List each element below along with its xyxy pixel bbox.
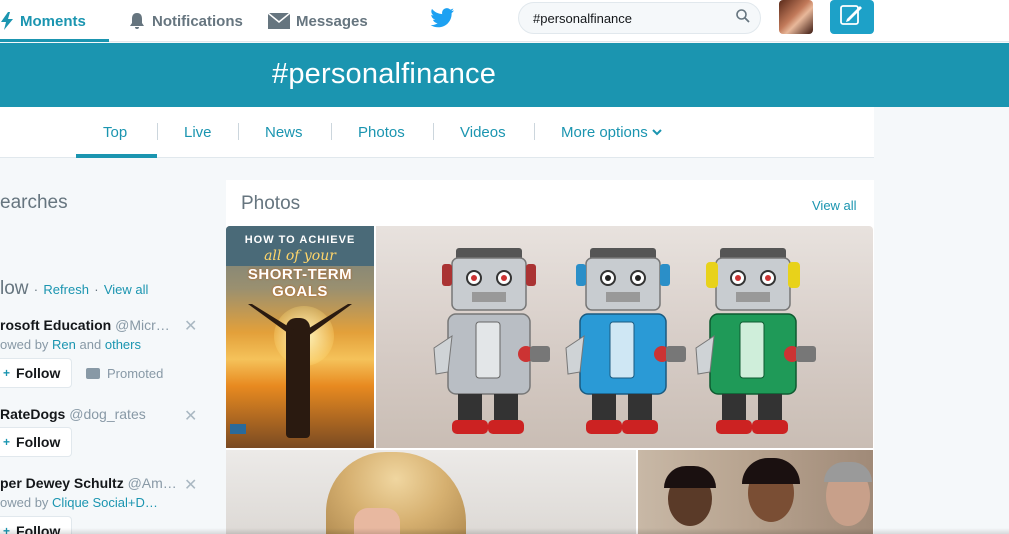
who-to-follow-header: low · Refresh · View all — [0, 278, 148, 300]
suggested-user-name[interactable]: rosoft Education — [0, 317, 111, 333]
tab-divider — [157, 123, 158, 140]
search-filter-tabs: Top Live News Photos Videos More options — [0, 107, 874, 158]
separator-dot: · — [94, 282, 99, 297]
dismiss-suggestion-close-icon[interactable]: ✕ — [184, 316, 197, 336]
toy-robots-illustration — [433, 248, 816, 434]
nav-active-indicator — [0, 39, 109, 42]
follow-button[interactable]: + Follow — [0, 358, 72, 388]
compose-quill-icon — [840, 4, 864, 31]
photo-thumbnail-goals[interactable]: HOW TO ACHIEVE all of your SHORT-TERM GO… — [226, 226, 374, 448]
bell-icon — [128, 12, 146, 30]
robot-silver — [433, 248, 550, 434]
raised-arms-silhouette — [248, 304, 352, 336]
person-hair — [824, 462, 872, 482]
nav-messages[interactable]: Messages — [268, 0, 368, 42]
followed-by-and: and — [79, 337, 102, 352]
suggested-user-name[interactable]: per Dewey Schultz — [0, 475, 124, 491]
suggested-user[interactable]: rosoft Education @Micr… — [0, 317, 170, 333]
promoted-label: Promoted — [107, 366, 164, 381]
photo-thumbnail-robots[interactable] — [376, 226, 873, 448]
search-input[interactable] — [533, 10, 736, 26]
search-icon[interactable] — [736, 8, 750, 28]
suggested-user-handle: @Am… — [127, 475, 177, 491]
search-box[interactable] — [518, 2, 761, 34]
nav-notifications-label: Notifications — [152, 12, 243, 30]
photo-thumbnail-stressed-woman[interactable] — [226, 450, 636, 534]
tab-photos[interactable]: Photos — [358, 107, 405, 157]
tab-top[interactable]: Top — [103, 107, 127, 157]
photo-thumbnail-group-meeting[interactable] — [638, 450, 873, 534]
hashtag-header-banner: #personalfinance — [0, 43, 1009, 107]
suggested-user-name[interactable]: RateDogs — [0, 406, 65, 422]
robot-blue — [565, 248, 686, 434]
graphic-text-line: HOW TO ACHIEVE — [244, 234, 356, 246]
suggested-user[interactable]: per Dewey Schultz @Am… — [0, 475, 177, 491]
tab-divider — [433, 123, 434, 140]
followed-by-text: owed by Clique Social+D… — [0, 495, 158, 510]
person-hair — [742, 458, 800, 484]
graphic-text-line: all of your — [264, 248, 336, 264]
follow-button[interactable]: + Follow — [0, 427, 72, 457]
followed-by-text: owed by Ren and others — [0, 337, 141, 352]
tab-live[interactable]: Live — [184, 107, 212, 157]
followed-by-prefix: owed by — [0, 337, 49, 352]
envelope-icon — [268, 13, 290, 29]
add-user-icon: + — [3, 366, 11, 380]
tab-divider — [331, 123, 332, 140]
suggested-user-handle: @dog_rates — [69, 406, 146, 422]
hashtag-title: #personalfinance — [272, 58, 497, 90]
follow-button-label: Follow — [16, 365, 61, 381]
follow-button-label: Follow — [16, 434, 61, 450]
who-to-follow-view-all-link[interactable]: View all — [104, 282, 149, 297]
compose-tweet-button[interactable] — [830, 0, 874, 34]
window-bottom-edge — [0, 528, 1009, 534]
photos-view-all-link[interactable]: View all — [812, 198, 857, 213]
graphic-text-line: SHORT-TERM GOALS — [247, 266, 353, 300]
brand-logo-icon — [230, 424, 246, 434]
photos-heading: Photos — [241, 193, 301, 214]
tab-more-options-label: More options — [561, 123, 648, 141]
dismiss-suggestion-close-icon[interactable]: ✕ — [184, 475, 197, 495]
dismiss-suggestion-close-icon[interactable]: ✕ — [184, 406, 197, 426]
tab-news[interactable]: News — [265, 107, 303, 157]
nav-moments[interactable]: Moments — [0, 0, 86, 42]
lightning-icon — [0, 12, 14, 30]
person-hair — [664, 466, 716, 488]
tab-videos[interactable]: Videos — [460, 107, 506, 157]
tab-divider — [238, 123, 239, 140]
followed-by-prefix: owed by — [0, 495, 49, 510]
followed-by-user-link[interactable]: Clique Social+D… — [52, 495, 158, 510]
nav-notifications[interactable]: Notifications — [128, 0, 243, 42]
tab-more-options[interactable]: More options — [561, 107, 662, 157]
promoted-badge: Promoted — [86, 366, 163, 381]
tab-divider — [534, 123, 535, 140]
saved-searches-heading: earches — [0, 192, 68, 213]
add-user-icon: + — [3, 435, 11, 449]
suggested-user-handle: @Micr… — [115, 317, 170, 333]
nav-messages-label: Messages — [296, 12, 368, 30]
user-avatar[interactable] — [779, 0, 813, 34]
promoted-icon — [86, 368, 100, 379]
twitter-bird-logo-icon[interactable] — [430, 8, 454, 33]
tab-active-indicator — [76, 154, 157, 158]
robot-green — [695, 248, 816, 434]
refresh-link[interactable]: Refresh — [43, 282, 89, 297]
nav-moments-label: Moments — [20, 12, 86, 30]
followed-by-user-link[interactable]: Ren — [52, 337, 76, 352]
suggested-user[interactable]: RateDogs @dog_rates — [0, 406, 146, 422]
top-navigation-bar: Moments Notifications Messages — [0, 0, 1009, 42]
who-to-follow-title: low — [0, 278, 29, 299]
chevron-down-icon — [652, 128, 662, 136]
followed-by-others-link[interactable]: others — [105, 337, 141, 352]
separator-dot: · — [33, 282, 39, 297]
